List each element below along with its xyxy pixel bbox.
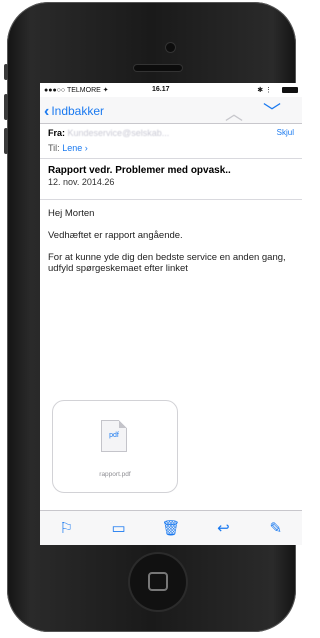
reply-icon[interactable]: ↩ (211, 519, 235, 537)
previous-message-icon[interactable]: ︿ (225, 100, 243, 126)
greeting: Hej Morten (48, 208, 95, 219)
attachment-filename: rapport.pdf (99, 471, 131, 478)
back-label: Indbakker (51, 104, 105, 118)
to-label: Til: (48, 143, 60, 153)
status-icons: ✱ ⋮ (257, 87, 272, 94)
bottom-toolbar: ⚐ ▭ 🗑 ↩ ✎ (40, 510, 302, 545)
sender-address[interactable]: Kundeservice@selskab... (68, 128, 170, 138)
battery-icon (282, 87, 298, 93)
back-button[interactable]: ‹ Indbakker (44, 103, 104, 121)
mail-screen: ●●●○○ TELMORE ✦ 16.17 ✱ ⋮ ‹ Indbakker ︿ ﹀… (40, 83, 302, 545)
hide-details-button[interactable]: Skjul (277, 128, 294, 137)
clock: 16.17 (152, 86, 170, 93)
recipient-name[interactable]: Lene (62, 143, 82, 153)
file-type-label: pdf (109, 432, 119, 439)
flag-icon[interactable]: ⚐ (54, 519, 78, 537)
message-header: Fra: Kundeservice@selskab... Skjul Til: … (40, 124, 302, 159)
next-message-icon[interactable]: ﹀ (263, 98, 281, 124)
message-date: 12. nov. 2014.26 (48, 177, 115, 187)
from-label: Fra: (48, 128, 66, 138)
nav-bar: ‹ Indbakker ︿ ﹀ (40, 97, 302, 124)
volume-up-button (4, 94, 8, 120)
subject-block: Rapport vedr. Problemer med opvask.. 12.… (40, 159, 302, 200)
carrier-label: ●●●○○ TELMORE ✦ (44, 87, 109, 94)
chevron-left-icon: ‹ (44, 103, 50, 120)
earpiece-speaker (134, 65, 182, 71)
home-square-icon (148, 572, 168, 591)
body-paragraph-2: For at kunne yde dig den bedste service … (48, 252, 286, 274)
attachment-card[interactable]: pdf rapport.pdf (52, 400, 178, 493)
mute-switch (4, 64, 8, 80)
folder-icon[interactable]: ▭ (107, 519, 131, 537)
home-button[interactable] (130, 554, 186, 610)
body-paragraph-1: Vedhæftet er rapport angående. (48, 230, 183, 241)
status-bar: ●●●○○ TELMORE ✦ 16.17 ✱ ⋮ (40, 83, 302, 97)
volume-down-button (4, 128, 8, 154)
front-camera (166, 43, 175, 52)
chevron-right-icon: › (84, 143, 88, 153)
trash-icon[interactable]: 🗑 (159, 519, 183, 537)
message-body: Hej Morten Vedhæftet er rapport angående… (40, 200, 302, 293)
pdf-file-icon: pdf (101, 420, 127, 452)
message-subject: Rapport vedr. Problemer med opvask.. (48, 165, 231, 176)
compose-icon[interactable]: ✎ (264, 519, 288, 537)
